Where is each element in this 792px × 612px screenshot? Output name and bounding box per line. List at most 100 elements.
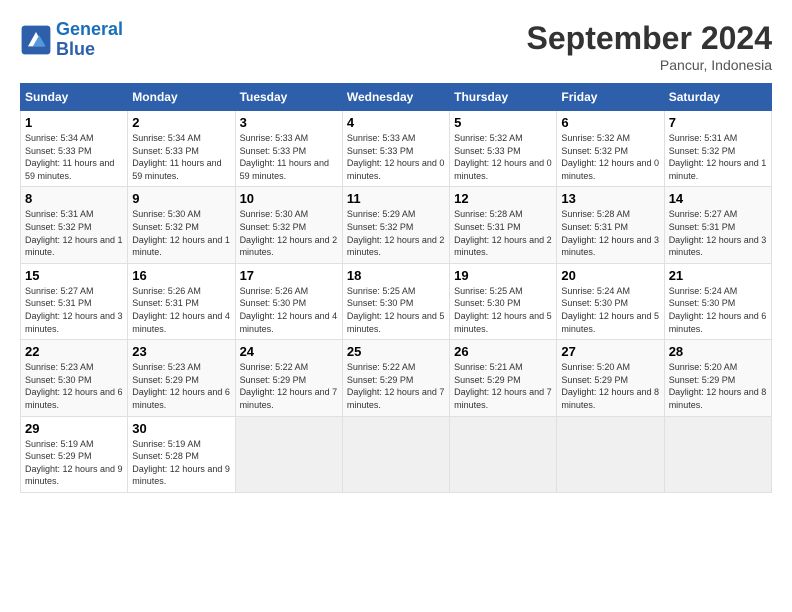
day-number: 15 xyxy=(25,268,123,283)
day-number: 14 xyxy=(669,191,767,206)
table-row xyxy=(664,416,771,492)
table-row: 24Sunrise: 5:22 AM Sunset: 5:29 PM Dayli… xyxy=(235,340,342,416)
table-row: 16Sunrise: 5:26 AM Sunset: 5:31 PM Dayli… xyxy=(128,263,235,339)
day-number: 22 xyxy=(25,344,123,359)
table-row: 11 Sunrise: 5:29 AM Sunset: 5:32 PM Dayli… xyxy=(342,187,449,263)
day-info: Sunrise: 5:32 AM Sunset: 5:33 PM Dayligh… xyxy=(454,132,552,182)
location: Pancur, Indonesia xyxy=(527,57,772,73)
day-number: 4 xyxy=(347,115,445,130)
day-info: Sunrise: 5:31 AM Sunset: 5:32 PM Dayligh… xyxy=(25,208,123,258)
table-row: 3Sunrise: 5:33 AM Sunset: 5:33 PM Daylig… xyxy=(235,111,342,187)
day-info: Sunrise: 5:24 AM Sunset: 5:30 PM Dayligh… xyxy=(561,285,659,335)
table-row xyxy=(557,416,664,492)
day-info: Sunrise: 5:30 AM Sunset: 5:32 PM Dayligh… xyxy=(132,208,230,258)
header-wednesday: Wednesday xyxy=(342,84,449,111)
header-sunday: Sunday xyxy=(21,84,128,111)
table-row: 12 Sunrise: 5:28 AM Sunset: 5:31 PM Dayli… xyxy=(450,187,557,263)
table-row xyxy=(342,416,449,492)
day-number: 24 xyxy=(240,344,338,359)
day-info: Sunrise: 5:34 AM Sunset: 5:33 PM Dayligh… xyxy=(132,132,230,182)
day-number: 1 xyxy=(25,115,123,130)
calendar-week-row: 15Sunrise: 5:27 AM Sunset: 5:31 PM Dayli… xyxy=(21,263,772,339)
day-info: Sunrise: 5:26 AM Sunset: 5:30 PM Dayligh… xyxy=(240,285,338,335)
page-header: General Blue September 2024 Pancur, Indo… xyxy=(20,20,772,73)
table-row: 26 Sunrise: 5:21 AM Sunset: 5:29 PM Dayli… xyxy=(450,340,557,416)
table-row: 1 Sunrise: 5:34 AM Sunset: 5:33 PM Daylig… xyxy=(21,111,128,187)
day-info: Sunrise: 5:25 AM Sunset: 5:30 PM Dayligh… xyxy=(454,285,552,335)
header-monday: Monday xyxy=(128,84,235,111)
day-number: 2 xyxy=(132,115,230,130)
calendar-table: Sunday Monday Tuesday Wednesday Thursday… xyxy=(20,83,772,493)
table-row: 14 Sunrise: 5:27 AM Sunset: 5:31 PM Dayli… xyxy=(664,187,771,263)
day-info: Sunrise: 5:32 AM Sunset: 5:32 PM Dayligh… xyxy=(561,132,659,182)
calendar-header-row: Sunday Monday Tuesday Wednesday Thursday… xyxy=(21,84,772,111)
table-row: 20 Sunrise: 5:24 AM Sunset: 5:30 PM Dayli… xyxy=(557,263,664,339)
table-row: 6 Sunrise: 5:32 AM Sunset: 5:32 PM Daylig… xyxy=(557,111,664,187)
day-number: 27 xyxy=(561,344,659,359)
table-row: 28 Sunrise: 5:20 AM Sunset: 5:29 PM Dayli… xyxy=(664,340,771,416)
day-number: 28 xyxy=(669,344,767,359)
header-friday: Friday xyxy=(557,84,664,111)
day-info: Sunrise: 5:30 AM Sunset: 5:32 PM Dayligh… xyxy=(240,208,338,258)
day-info: Sunrise: 5:29 AM Sunset: 5:32 PM Dayligh… xyxy=(347,208,445,258)
header-thursday: Thursday xyxy=(450,84,557,111)
day-number: 20 xyxy=(561,268,659,283)
day-number: 13 xyxy=(561,191,659,206)
day-info: Sunrise: 5:22 AM Sunset: 5:29 PM Dayligh… xyxy=(347,361,445,411)
calendar-week-row: 22 Sunrise: 5:23 AM Sunset: 5:30 PM Dayli… xyxy=(21,340,772,416)
table-row: 10 Sunrise: 5:30 AM Sunset: 5:32 PM Dayli… xyxy=(235,187,342,263)
day-number: 6 xyxy=(561,115,659,130)
calendar-week-row: 29 Sunrise: 5:19 AM Sunset: 5:29 PM Dayli… xyxy=(21,416,772,492)
day-number: 17 xyxy=(240,268,338,283)
day-info: Sunrise: 5:23 AM Sunset: 5:30 PM Dayligh… xyxy=(25,361,123,411)
day-number: 16 xyxy=(132,268,230,283)
day-number: 30 xyxy=(132,421,230,436)
day-number: 8 xyxy=(25,191,123,206)
table-row: 7Sunrise: 5:31 AM Sunset: 5:32 PM Daylig… xyxy=(664,111,771,187)
table-row: 17 Sunrise: 5:26 AM Sunset: 5:30 PM Dayli… xyxy=(235,263,342,339)
table-row: 30Sunrise: 5:19 AM Sunset: 5:28 PM Dayli… xyxy=(128,416,235,492)
month-title: September 2024 xyxy=(527,20,772,57)
table-row: 23 Sunrise: 5:23 AM Sunset: 5:29 PM Dayli… xyxy=(128,340,235,416)
table-row: 15Sunrise: 5:27 AM Sunset: 5:31 PM Dayli… xyxy=(21,263,128,339)
day-info: Sunrise: 5:28 AM Sunset: 5:31 PM Dayligh… xyxy=(561,208,659,258)
day-info: Sunrise: 5:23 AM Sunset: 5:29 PM Dayligh… xyxy=(132,361,230,411)
logo-line2: Blue xyxy=(56,39,95,59)
table-row: 27Sunrise: 5:20 AM Sunset: 5:29 PM Dayli… xyxy=(557,340,664,416)
table-row xyxy=(450,416,557,492)
table-row: 21 Sunrise: 5:24 AM Sunset: 5:30 PM Dayli… xyxy=(664,263,771,339)
day-number: 23 xyxy=(132,344,230,359)
day-info: Sunrise: 5:21 AM Sunset: 5:29 PM Dayligh… xyxy=(454,361,552,411)
day-info: Sunrise: 5:28 AM Sunset: 5:31 PM Dayligh… xyxy=(454,208,552,258)
logo: General Blue xyxy=(20,20,123,60)
table-row: 19 Sunrise: 5:25 AM Sunset: 5:30 PM Dayli… xyxy=(450,263,557,339)
table-row xyxy=(235,416,342,492)
day-number: 26 xyxy=(454,344,552,359)
day-info: Sunrise: 5:24 AM Sunset: 5:30 PM Dayligh… xyxy=(669,285,767,335)
table-row: 9 Sunrise: 5:30 AM Sunset: 5:32 PM Daylig… xyxy=(128,187,235,263)
day-number: 29 xyxy=(25,421,123,436)
day-number: 19 xyxy=(454,268,552,283)
day-number: 11 xyxy=(347,191,445,206)
day-number: 25 xyxy=(347,344,445,359)
day-number: 9 xyxy=(132,191,230,206)
day-number: 12 xyxy=(454,191,552,206)
day-info: Sunrise: 5:20 AM Sunset: 5:29 PM Dayligh… xyxy=(669,361,767,411)
calendar-week-row: 1 Sunrise: 5:34 AM Sunset: 5:33 PM Daylig… xyxy=(21,111,772,187)
day-info: Sunrise: 5:33 AM Sunset: 5:33 PM Dayligh… xyxy=(347,132,445,182)
day-info: Sunrise: 5:27 AM Sunset: 5:31 PM Dayligh… xyxy=(669,208,767,258)
day-number: 5 xyxy=(454,115,552,130)
day-number: 21 xyxy=(669,268,767,283)
day-info: Sunrise: 5:25 AM Sunset: 5:30 PM Dayligh… xyxy=(347,285,445,335)
day-number: 10 xyxy=(240,191,338,206)
day-number: 3 xyxy=(240,115,338,130)
day-number: 7 xyxy=(669,115,767,130)
header-saturday: Saturday xyxy=(664,84,771,111)
day-info: Sunrise: 5:19 AM Sunset: 5:29 PM Dayligh… xyxy=(25,438,123,488)
table-row: 13 Sunrise: 5:28 AM Sunset: 5:31 PM Dayli… xyxy=(557,187,664,263)
table-row: 2 Sunrise: 5:34 AM Sunset: 5:33 PM Daylig… xyxy=(128,111,235,187)
table-row: 22 Sunrise: 5:23 AM Sunset: 5:30 PM Dayli… xyxy=(21,340,128,416)
table-row: 25 Sunrise: 5:22 AM Sunset: 5:29 PM Dayli… xyxy=(342,340,449,416)
table-row: 8 Sunrise: 5:31 AM Sunset: 5:32 PM Daylig… xyxy=(21,187,128,263)
day-info: Sunrise: 5:34 AM Sunset: 5:33 PM Dayligh… xyxy=(25,132,123,182)
